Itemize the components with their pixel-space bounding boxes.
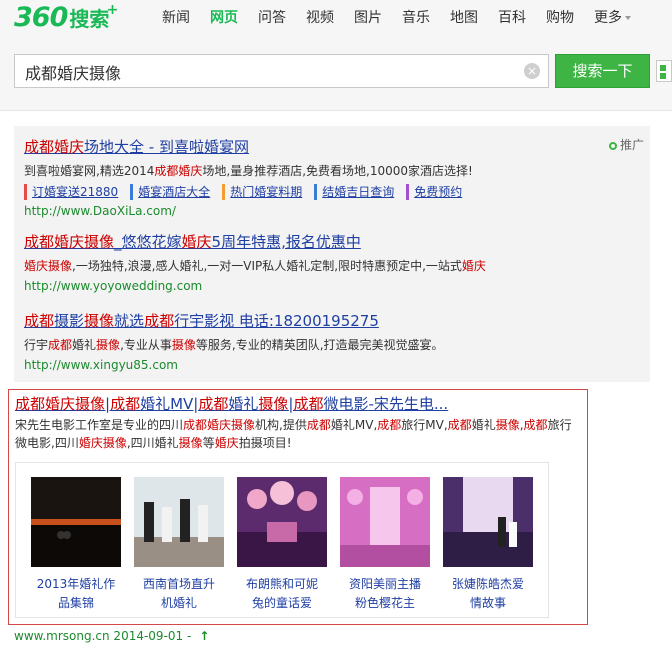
nav-news[interactable]: 新闻: [162, 7, 190, 27]
result-desc: 到喜啦婚宴网,精选2014成都婚庆场地,量身推荐酒店,免费看场地,10000家酒…: [24, 164, 473, 178]
result-title-rest: 场地大全 - 到喜啦婚宴网: [84, 138, 249, 156]
result-url[interactable]: http://www.DaoXiLa.com/: [24, 203, 474, 219]
sitelink-3[interactable]: 热门婚宴料期: [222, 184, 302, 200]
nav-music[interactable]: 音乐: [402, 7, 430, 27]
sitelink-4[interactable]: 结婚吉日查询: [314, 184, 394, 200]
clear-icon[interactable]: ×: [524, 63, 540, 79]
logo-plus: +: [106, 2, 119, 18]
nav-image[interactable]: 图片: [354, 7, 382, 27]
gallery-caption: 布朗熊和可妮 兔的童话爱: [245, 577, 318, 610]
nav-map[interactable]: 地图: [450, 7, 478, 27]
result-url[interactable]: http://www.xingyu85.com: [24, 357, 444, 373]
promotion-icon: [608, 141, 617, 150]
image-gallery: 2013年婚礼作 品集锦 西南首场直升 机婚礼 布朗熊和可妮 兔的童话爱 资阳美丽主播…: [15, 462, 549, 618]
result-desc: 行宇成都婚礼摄像,专业从事摄像等服务,专业的精英团队,打造最完美视觉盛宴。: [24, 338, 444, 352]
logo-text: 搜索: [69, 7, 110, 31]
ad-result-2: 成都婚庆摄像_悠悠花嫁婚庆5周年特惠,报名优惠中 婚庆摄像,一场独特,浪漫,感人…: [24, 232, 486, 294]
arrow-up-icon[interactable]: ↑: [199, 629, 209, 643]
result-title[interactable]: 成都摄影摄像就选成都行宇影视 电话:18200195275: [24, 311, 444, 331]
promotion-label: 推广: [619, 138, 644, 152]
nav-qa[interactable]: 问答: [258, 7, 286, 27]
gallery-item-5[interactable]: 张婕陈皓杰爱 情故事: [442, 477, 534, 613]
gallery-item-3[interactable]: 布朗熊和可妮 兔的童话爱: [236, 477, 328, 613]
nav-more-label: 更多: [594, 10, 622, 26]
sitelink-5[interactable]: 免费预约: [406, 184, 462, 200]
chevron-down-icon: [625, 16, 631, 20]
gallery-thumb-3: [237, 477, 327, 567]
logo-360-search[interactable]: 360 搜索 +: [14, 2, 118, 33]
gallery-caption: 西南首场直升 机婚礼: [142, 577, 215, 610]
search-input[interactable]: [23, 55, 517, 89]
gallery-item-1[interactable]: 2013年婚礼作 品集锦: [30, 477, 122, 613]
nav-shopping[interactable]: 购物: [546, 7, 574, 27]
nav-baike[interactable]: 百科: [498, 7, 526, 27]
logo-number: 360: [14, 2, 68, 33]
result-title[interactable]: 成都婚庆场地大全 - 到喜啦婚宴网: [24, 137, 474, 157]
top-nav: 新闻 网页 问答 视频 图片 音乐 地图 百科 购物 更多: [162, 7, 651, 27]
sitelink-2[interactable]: 婚宴酒店大全: [130, 184, 210, 200]
ad-result-3: 成都摄影摄像就选成都行宇影视 电话:18200195275 行宇成都婚礼摄像,专…: [24, 311, 444, 373]
gallery-thumb-1: [31, 477, 121, 567]
gallery-thumb-4: [340, 477, 430, 567]
ad-result-1: 成都婚庆场地大全 - 到喜啦婚宴网 到喜啦婚宴网,精选2014成都婚庆场地,量身…: [24, 137, 474, 219]
gallery-thumb-5: [443, 477, 533, 567]
gallery-item-2[interactable]: 西南首场直升 机婚礼: [133, 477, 225, 613]
nav-video[interactable]: 视频: [306, 7, 334, 27]
gallery-caption: 张婕陈皓杰爱 情故事: [451, 577, 524, 610]
featured-result: 成都婚庆摄像|成都婚礼MV|成都婚礼摄像|成都微电影-宋先生电... 宋先生电影…: [8, 389, 588, 625]
result-url-footer: www.mrsong.cn 2014-09-01 - ↑: [14, 629, 209, 643]
nav-more[interactable]: 更多: [594, 7, 631, 27]
result-desc: 宋先生电影工作室是专业的四川成都婚庆摄像机构,提供成都婚礼MV,成都旅行MV,成…: [15, 418, 572, 450]
result-url[interactable]: http://www.yoyowedding.com: [24, 278, 486, 294]
search-box: ×: [14, 54, 549, 89]
result-url[interactable]: www.mrsong.cn 2014-09-01 -: [14, 629, 191, 643]
nav-web[interactable]: 网页: [210, 7, 238, 27]
gallery-item-4[interactable]: 资阳美丽主播 粉色樱花主: [339, 477, 431, 613]
kw-chengdu-hunqing: 成都婚庆: [24, 138, 85, 156]
sitelinks: 订婚宴送21880 婚宴酒店大全 热门婚宴料期 结婚吉日查询 免费预约: [24, 184, 474, 200]
ad-results: 推广 成都婚庆场地大全 - 到喜啦婚宴网 到喜啦婚宴网,精选2014成都婚庆场地…: [14, 126, 650, 382]
result-title[interactable]: 成都婚庆摄像|成都婚礼MV|成都婚礼摄像|成都微电影-宋先生电...: [15, 394, 448, 414]
search-button[interactable]: 搜索一下: [555, 54, 650, 88]
gallery-caption: 2013年婚礼作 品集锦: [36, 577, 116, 610]
result-desc: 婚庆摄像,一场独特,浪漫,感人婚礼,一对一VIP私人婚礼定制,限时特惠预定中,一…: [24, 259, 486, 273]
gallery-caption: 资阳美丽主播 粉色樱花主: [348, 577, 421, 610]
gallery-thumb-2: [134, 477, 224, 567]
sitelink-1[interactable]: 订婚宴送21880: [24, 184, 118, 200]
promotion-tag[interactable]: 推广: [608, 136, 644, 153]
result-title[interactable]: 成都婚庆摄像_悠悠花嫁婚庆5周年特惠,报名优惠中: [24, 232, 486, 252]
side-toggle-icon[interactable]: [656, 60, 672, 82]
